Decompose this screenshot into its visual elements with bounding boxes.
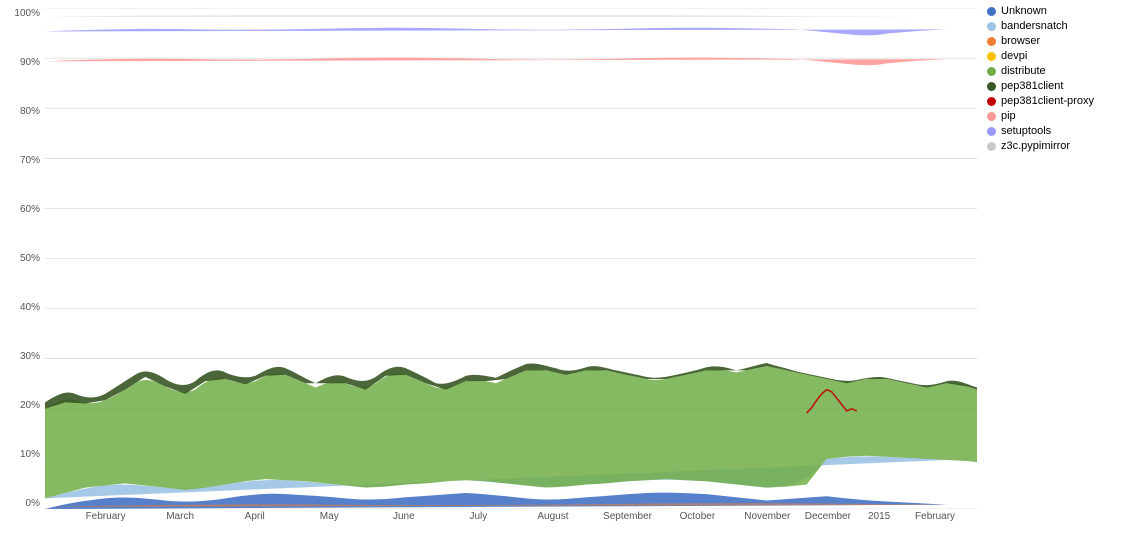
pep381client-proxy-dot <box>987 97 996 106</box>
browser-dot <box>987 37 996 46</box>
legend-item-pip: pip <box>987 110 1137 122</box>
y-label-50: 50% <box>0 253 45 264</box>
x-label-sep2014: September <box>603 511 652 522</box>
pip-area <box>45 58 947 66</box>
distribute-label: distribute <box>1001 65 1046 77</box>
bandersnatch-dot <box>987 22 996 31</box>
chart-container: 0% 10% 20% 30% 40% 50% 60% 70% 80% 90% 1… <box>0 0 1137 539</box>
pep381client-proxy-label: pep381client-proxy <box>1001 95 1094 107</box>
y-label-80: 80% <box>0 106 45 117</box>
y-label-70: 70% <box>0 155 45 166</box>
x-label-apr2014: April <box>245 511 265 522</box>
y-label-10: 10% <box>0 449 45 460</box>
legend-item-unknown: Unknown <box>987 5 1137 17</box>
legend-item-pep381client: pep381client <box>987 80 1137 92</box>
x-label-oct2014: October <box>680 511 716 522</box>
y-label-20: 20% <box>0 400 45 411</box>
unknown-dot <box>987 7 996 16</box>
x-label-nov2014: November <box>744 511 790 522</box>
pep381client-dot <box>987 82 996 91</box>
bandersnatch-label: bandersnatch <box>1001 20 1068 32</box>
x-axis: February March April May June July Augus… <box>45 511 977 539</box>
legend-item-devpi: devpi <box>987 50 1137 62</box>
y-label-90: 90% <box>0 57 45 68</box>
y-label-40: 40% <box>0 302 45 313</box>
x-label-feb2014: February <box>86 511 126 522</box>
legend-item-browser: browser <box>987 35 1137 47</box>
y-label-100: 100% <box>0 8 45 19</box>
legend-item-bandersnatch: bandersnatch <box>987 20 1137 32</box>
x-label-feb2015: February <box>915 511 955 522</box>
y-label-30: 30% <box>0 351 45 362</box>
setuptools-label: setuptools <box>1001 125 1051 137</box>
x-label-dec2014: December <box>805 511 851 522</box>
x-label-jun2014: June <box>393 511 415 522</box>
x-label-aug2014: August <box>537 511 568 522</box>
x-label-jul2014: July <box>469 511 487 522</box>
x-label-may2014: May <box>320 511 339 522</box>
browser-label: browser <box>1001 35 1040 47</box>
y-label-60: 60% <box>0 204 45 215</box>
area-chart <box>45 8 977 509</box>
pep381client-label: pep381client <box>1001 80 1063 92</box>
legend-item-z3cpypimirror: z3c.pypimirror <box>987 140 1137 152</box>
devpi-label: devpi <box>1001 50 1027 62</box>
legend-item-pep381client-proxy: pep381client-proxy <box>987 95 1137 107</box>
pip-label: pip <box>1001 110 1016 122</box>
x-label-2015: 2015 <box>868 511 890 522</box>
z3cpypimirror-dot <box>987 142 996 151</box>
chart-legend: Unknown bandersnatch browser devpi distr… <box>987 5 1137 152</box>
x-label-mar2014: March <box>166 511 194 522</box>
setuptools-dot <box>987 127 996 136</box>
setuptools-area <box>45 28 947 36</box>
unknown-label: Unknown <box>1001 5 1047 17</box>
devpi-dot <box>987 52 996 61</box>
legend-item-distribute: distribute <box>987 65 1137 77</box>
z3cpypimirror-label: z3c.pypimirror <box>1001 140 1070 152</box>
y-axis: 0% 10% 20% 30% 40% 50% 60% 70% 80% 90% 1… <box>0 8 45 509</box>
pip-dot <box>987 112 996 121</box>
legend-item-setuptools: setuptools <box>987 125 1137 137</box>
y-label-0: 0% <box>0 498 45 509</box>
distribute-dot <box>987 67 996 76</box>
z3cpypimirror-area <box>45 15 947 16</box>
